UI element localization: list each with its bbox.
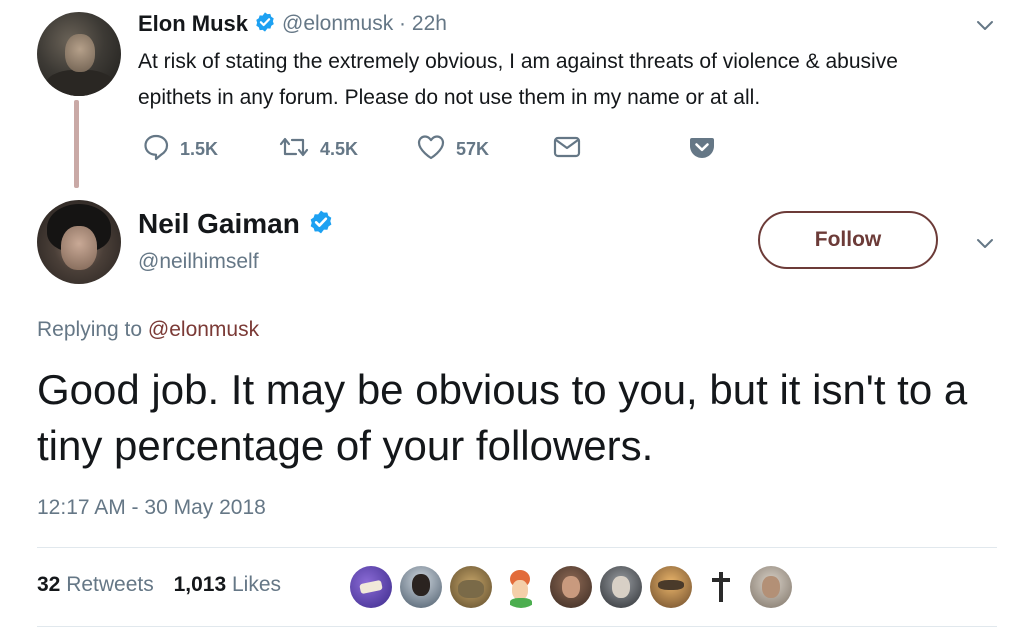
reply-author-handle[interactable]: @neilhimself <box>138 250 259 274</box>
chevron-down-icon[interactable] <box>974 232 996 254</box>
reply-icon <box>142 133 170 166</box>
thread-connector-line <box>74 100 79 188</box>
liker-avatar[interactable] <box>650 566 692 608</box>
verified-badge-icon <box>308 209 334 240</box>
like-total: 1,013 <box>173 573 227 596</box>
avatar-face <box>65 34 95 72</box>
like-action[interactable]: 57K <box>416 132 489 166</box>
time-separator: · <box>393 12 412 35</box>
reply-action[interactable]: 1.5K <box>142 132 218 166</box>
divider <box>37 626 997 627</box>
parent-author-handle[interactable]: @elonmusk <box>282 12 393 36</box>
retweet-total: 32 <box>37 573 61 596</box>
reply-timestamp[interactable]: 12:17 AM - 30 May 2018 <box>37 496 266 520</box>
avatar-face <box>61 226 97 270</box>
replying-to-mention[interactable]: @elonmusk <box>148 318 259 341</box>
liker-avatar[interactable] <box>750 566 792 608</box>
replying-to-label: Replying to <box>37 318 148 341</box>
like-count: 57K <box>456 138 490 159</box>
verified-badge-icon <box>254 11 276 38</box>
direct-message-action[interactable] <box>552 132 582 166</box>
parent-author-name[interactable]: Elon Musk <box>138 11 248 37</box>
retweet-action[interactable]: 4.5K <box>278 132 358 166</box>
retweets-stat[interactable]: 32 Retweets <box>37 573 154 596</box>
likes-label: Likes <box>232 573 282 596</box>
parent-tweet-text: At risk of stating the extremely obvious… <box>138 50 898 109</box>
likes-stat[interactable]: 1,013 Likes <box>174 573 281 596</box>
engagement-stats: 32 Retweets 1,013 Likes <box>37 573 281 597</box>
avatar-shoulder <box>45 70 115 96</box>
parent-tweet-time[interactable]: 22h <box>412 12 447 36</box>
chevron-down-icon[interactable] <box>974 14 996 36</box>
liker-avatar[interactable] <box>500 566 542 608</box>
liker-avatar[interactable] <box>550 566 592 608</box>
divider <box>37 547 997 548</box>
replying-to: Replying to @elonmusk <box>37 318 259 342</box>
heart-icon <box>416 133 446 166</box>
liker-avatar[interactable] <box>400 566 442 608</box>
pocket-icon <box>688 133 716 166</box>
retweet-count: 4.5K <box>320 138 359 159</box>
reply-count: 1.5K <box>180 138 219 159</box>
reply-tweet-text: Good job. It may be obvious to you, but … <box>37 366 968 469</box>
parent-tweet-actions: 1.5K 4.5K 57K <box>138 132 738 166</box>
liker-avatar[interactable] <box>600 566 642 608</box>
reply-author-name[interactable]: Neil Gaiman <box>138 208 300 240</box>
retweets-label: Retweets <box>66 573 154 596</box>
parent-tweet-header: Elon Musk @elonmusk · 22h <box>138 11 447 37</box>
elon-avatar[interactable] <box>37 12 121 96</box>
liker-avatar[interactable] <box>450 566 492 608</box>
pocket-action[interactable] <box>688 132 716 166</box>
liker-avatar[interactable] <box>350 566 392 608</box>
follow-button[interactable]: Follow <box>758 211 938 269</box>
liker-avatar[interactable] <box>700 566 742 608</box>
reply-tweet-header: Neil Gaiman <box>138 207 334 241</box>
envelope-icon <box>552 133 582 166</box>
retweet-icon <box>278 133 310 166</box>
neil-avatar[interactable] <box>37 200 121 284</box>
